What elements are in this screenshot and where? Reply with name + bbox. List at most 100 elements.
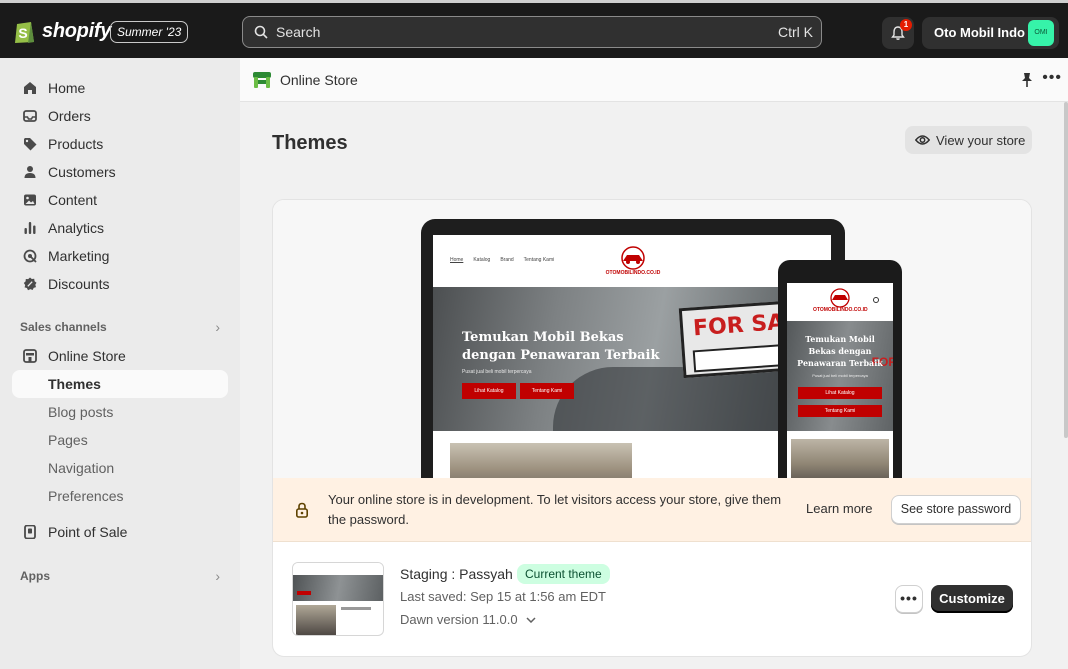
- sidebar-item-label: Marketing: [48, 248, 110, 264]
- sidebar-item-content[interactable]: Content: [12, 186, 228, 214]
- sidebar-item-label: Themes: [48, 376, 101, 392]
- search-bar[interactable]: Search Ctrl K: [242, 16, 822, 48]
- thumb-button: [297, 591, 311, 595]
- svg-text:S: S: [18, 25, 27, 41]
- top-bar: S shopify Summer '23 Search Ctrl K 1 Oto…: [0, 0, 1068, 58]
- sidebar-item-themes[interactable]: Themes: [12, 370, 228, 398]
- sidebar-item-customers[interactable]: Customers: [12, 158, 228, 186]
- sidebar-item-preferences[interactable]: Preferences: [12, 482, 228, 510]
- sign-number-box: [692, 344, 785, 373]
- theme-preview[interactable]: Home Katalog Brand Tentang Kami OTOMOBIL…: [273, 200, 1031, 478]
- storefront-icon: [22, 348, 38, 364]
- preview-nav-link: Brand: [500, 257, 514, 263]
- sales-channels-header[interactable]: Sales channels ›: [20, 317, 220, 337]
- sidebar-item-blog-posts[interactable]: Blog posts: [12, 398, 228, 426]
- preview-nav-links: Home Katalog Brand Tentang Kami: [450, 257, 554, 263]
- mobile-preview-photo: [791, 439, 889, 478]
- preview-photo: [450, 443, 632, 478]
- preview-site-brand: OTOMOBILINDO.CO.ID: [605, 270, 661, 276]
- inbox-icon: [22, 108, 38, 124]
- more-actions-icon[interactable]: •••: [1042, 69, 1062, 87]
- sidebar-item-online-store[interactable]: Online Store: [12, 342, 228, 370]
- customize-button[interactable]: Customize: [931, 585, 1013, 613]
- scrollbar[interactable]: [1064, 102, 1068, 438]
- sidebar-item-products[interactable]: Products: [12, 130, 228, 158]
- mobile-catalog-button: Lihat Katalog: [798, 387, 882, 399]
- mobile-site-logo: OTOMOBILINDO.CO.ID: [813, 287, 868, 317]
- chevron-right-icon: ›: [215, 568, 220, 584]
- sidebar-item-orders[interactable]: Orders: [12, 102, 228, 130]
- preview-hero: FOR SAL Temukan Mobil Bekas dengan Penaw…: [433, 287, 831, 431]
- chevron-down-icon: [526, 616, 536, 623]
- thumb-hero: [293, 575, 383, 601]
- preview-hero-heading: Temukan Mobil Bekas dengan Penawaran Ter…: [462, 330, 660, 363]
- apps-label: Apps: [20, 569, 50, 583]
- mobile-site-brand: OTOMOBILINDO.CO.ID: [813, 307, 868, 313]
- image-icon: [22, 192, 38, 208]
- app-header: Online Store •••: [240, 58, 1068, 102]
- person-icon: [22, 164, 38, 180]
- mobile-preview-screen: OTOMOBILINDO.CO.ID FOR Temukan Mobil Bek…: [787, 283, 893, 478]
- car-logo-icon: [830, 288, 850, 308]
- status-badge: Current theme: [517, 564, 610, 584]
- sales-channels-label: Sales channels: [20, 320, 107, 334]
- sidebar-item-label: Point of Sale: [48, 524, 128, 540]
- theme-version: Dawn version 11.0.0: [400, 612, 518, 627]
- home-icon: [22, 80, 38, 96]
- sidebar-item-marketing[interactable]: Marketing: [12, 242, 228, 270]
- mobile-hero: FOR Temukan Mobil Bekas dengan Penawaran…: [787, 321, 893, 431]
- sidebar-item-label: Home: [48, 80, 86, 96]
- tag-icon: [22, 136, 38, 152]
- car-logo-icon: [621, 246, 645, 270]
- preview-nav: Home Katalog Brand Tentang Kami OTOMOBIL…: [433, 235, 831, 287]
- preview-nav-link: Home: [450, 257, 464, 263]
- edition-badge[interactable]: Summer '23: [110, 21, 189, 43]
- learn-more-link[interactable]: Learn more: [806, 501, 872, 516]
- pin-icon[interactable]: [1020, 72, 1034, 88]
- online-store-icon: [253, 72, 271, 88]
- sidebar-item-label: Content: [48, 192, 98, 208]
- sidebar-item-label: Analytics: [48, 220, 105, 236]
- store-name: Oto Mobil Indo: [934, 25, 1025, 40]
- notifications-button[interactable]: 1: [882, 17, 914, 49]
- bar-chart-icon: [22, 220, 38, 236]
- sidebar-item-label: Preferences: [48, 488, 124, 504]
- theme-thumbnail[interactable]: [292, 562, 384, 636]
- sidebar-item-label: Blog posts: [48, 404, 114, 420]
- desktop-preview-screen: Home Katalog Brand Tentang Kami OTOMOBIL…: [433, 235, 831, 478]
- store-menu-button[interactable]: Oto Mobil Indo OMI: [922, 17, 1059, 49]
- sidebar-item-label: Navigation: [48, 460, 115, 476]
- theme-actions-button[interactable]: •••: [895, 585, 923, 613]
- mobile-hero-subtext: Pusat jual beli mobil terpercaya: [812, 373, 868, 378]
- search-icon: [873, 297, 879, 303]
- apps-header[interactable]: Apps ›: [20, 566, 220, 586]
- theme-name: Staging : Passyah: [400, 566, 513, 582]
- mobile-about-button: Tentang Kami: [798, 405, 882, 417]
- sidebar-item-navigation[interactable]: Navigation: [12, 454, 228, 482]
- target-icon: [22, 248, 38, 264]
- shopify-logo[interactable]: S shopify: [14, 18, 111, 44]
- notification-badge: 1: [900, 19, 912, 31]
- view-store-button[interactable]: View your store: [905, 126, 1032, 154]
- search-shortcut: Ctrl K: [778, 24, 813, 40]
- sidebar-item-analytics[interactable]: Analytics: [12, 214, 228, 242]
- sidebar-item-label: Discounts: [48, 276, 110, 292]
- thumb-nav: [293, 563, 383, 575]
- sidebar-item-discounts[interactable]: Discounts: [12, 270, 228, 298]
- development-banner: Your online store is in development. To …: [273, 478, 1031, 542]
- shopify-bag-icon: S: [15, 22, 34, 43]
- theme-version-toggle[interactable]: Dawn version 11.0.0: [400, 612, 536, 627]
- sidebar-item-label: Online Store: [48, 348, 126, 364]
- sidebar-item-home[interactable]: Home: [12, 74, 228, 102]
- see-store-password-button[interactable]: See store password: [891, 495, 1021, 524]
- chevron-right-icon: ›: [215, 319, 220, 335]
- page-title: Themes: [272, 132, 348, 154]
- sidebar-item-pages[interactable]: Pages: [12, 426, 228, 454]
- theme-last-saved: Last saved: Sep 15 at 1:56 am EDT: [400, 589, 606, 604]
- thumb-photo: [296, 605, 336, 635]
- main-content: Online Store ••• Themes View your store …: [240, 58, 1068, 669]
- preview-nav-link: Katalog: [473, 257, 491, 263]
- search-placeholder: Search: [276, 24, 321, 40]
- preview-site-logo: OTOMOBILINDO.CO.ID: [605, 245, 661, 279]
- sidebar-item-point-of-sale[interactable]: Point of Sale: [12, 518, 228, 546]
